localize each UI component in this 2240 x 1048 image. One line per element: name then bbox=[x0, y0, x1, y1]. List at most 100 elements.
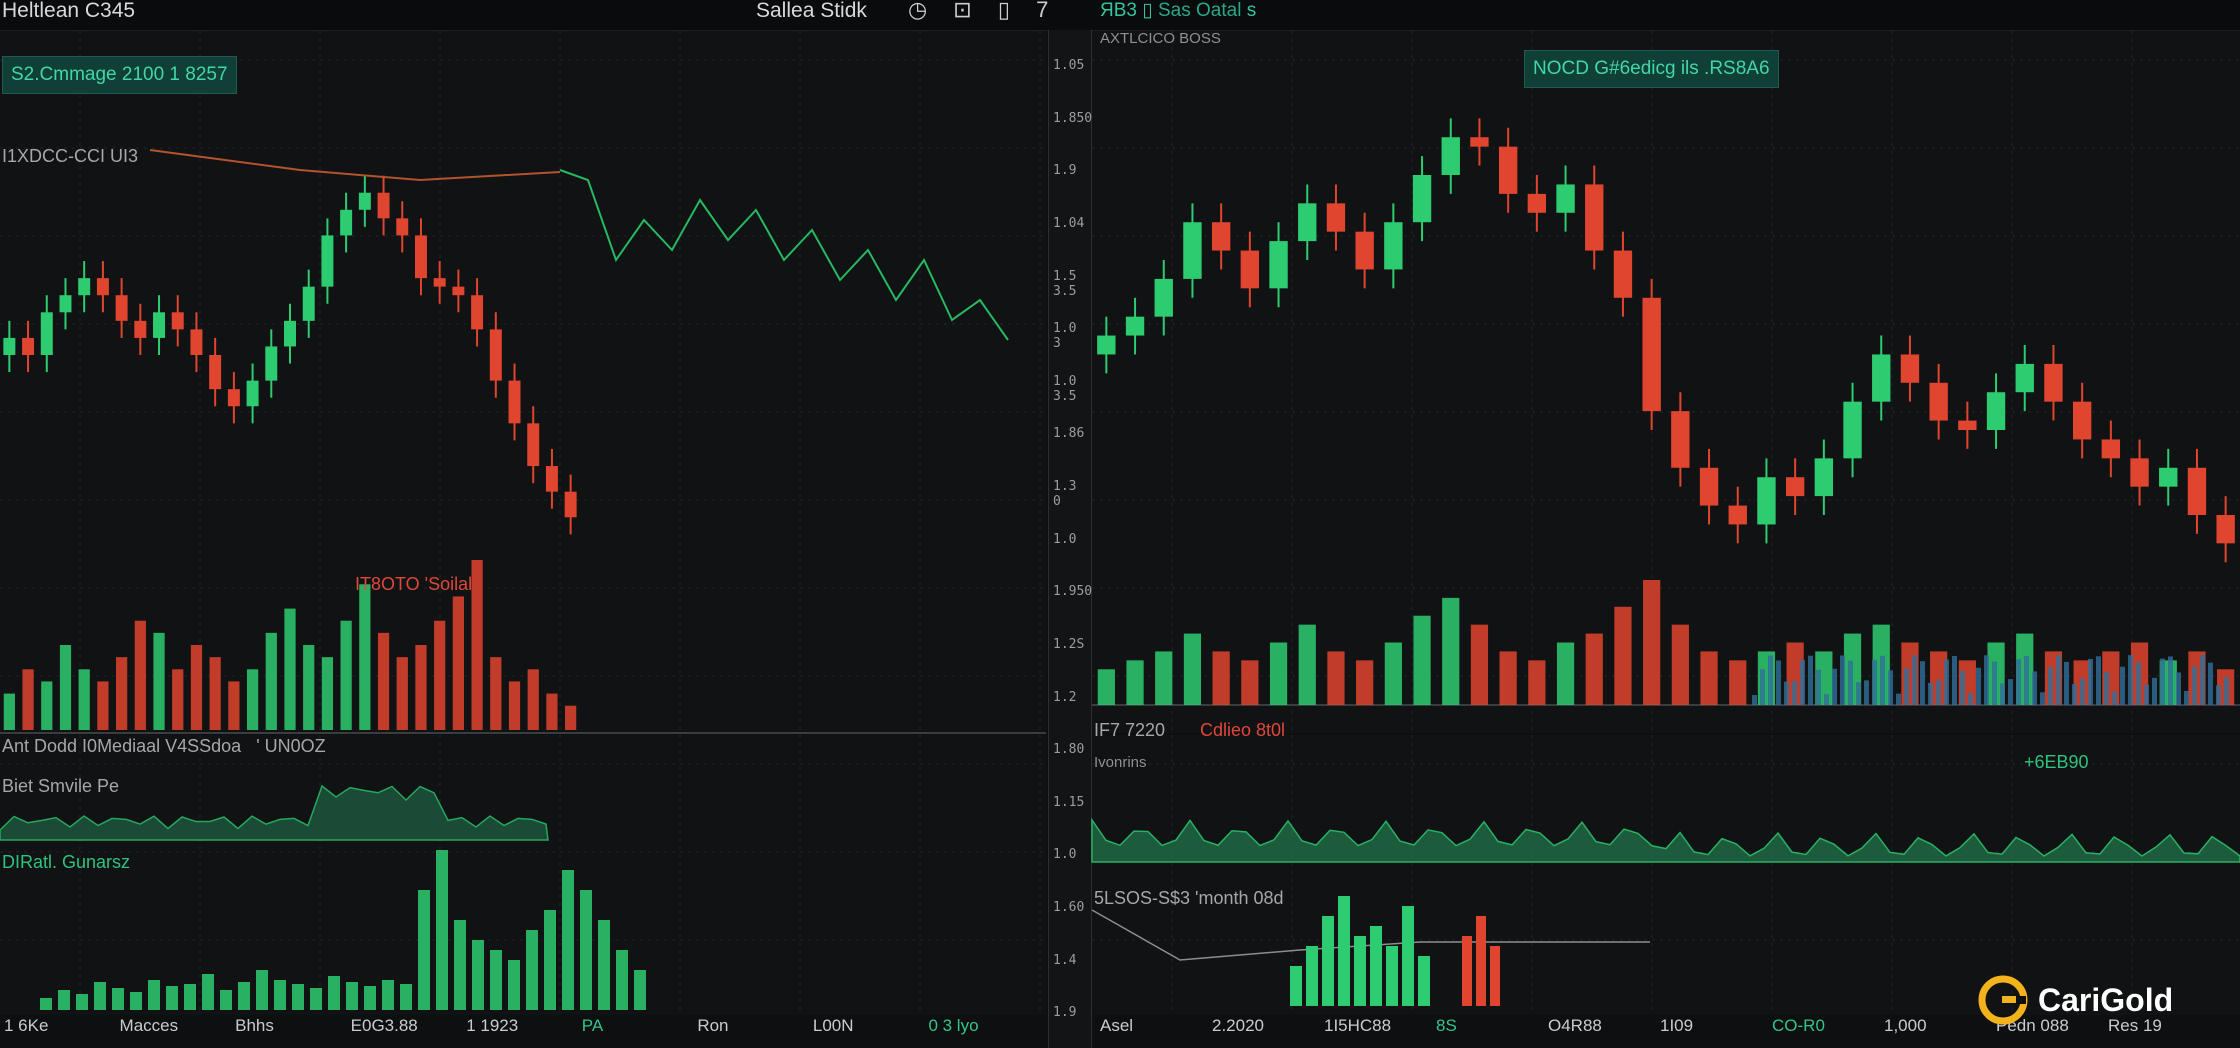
volume-bar bbox=[1470, 624, 1489, 705]
right-sub-bar bbox=[1370, 926, 1382, 1006]
candle-body bbox=[1470, 137, 1489, 147]
time-axis-label: 1,000 bbox=[1884, 1016, 1927, 1035]
candle-body bbox=[96, 278, 109, 296]
right-sub-bar bbox=[1418, 956, 1430, 1006]
candle-body bbox=[1355, 231, 1374, 270]
right-blue-volume-bar bbox=[2096, 656, 2101, 705]
volume-bar bbox=[1643, 580, 1661, 705]
right-blue-volume-bar bbox=[1752, 695, 1757, 705]
volume-bar bbox=[1327, 651, 1345, 705]
candle-body bbox=[1929, 382, 1948, 421]
volume-bar bbox=[1556, 642, 1575, 705]
right-blue-volume-bar bbox=[1904, 668, 1909, 705]
candle-body bbox=[564, 491, 577, 518]
candle-body bbox=[1384, 222, 1403, 270]
candle-body bbox=[1240, 250, 1260, 289]
candle-body bbox=[1900, 354, 1920, 383]
right-sub-bar-red bbox=[1490, 946, 1500, 1006]
candle-body bbox=[1498, 146, 1518, 194]
candle-body bbox=[265, 346, 278, 381]
time-axis-label: Ron bbox=[697, 1016, 729, 1035]
volume-bar bbox=[284, 608, 296, 730]
candle-body bbox=[1412, 175, 1432, 223]
time-axis-label: 0 3 lyo bbox=[928, 1016, 979, 1035]
right-sub-bar bbox=[1306, 946, 1318, 1006]
carigold-logo-icon bbox=[1978, 975, 2028, 1025]
left-indicator-bar bbox=[148, 980, 160, 1010]
time-axis-label: 1I5HC88 bbox=[1324, 1016, 1392, 1035]
time-axis-label: 2.2020 bbox=[1212, 1016, 1264, 1035]
volume-bar bbox=[359, 584, 371, 730]
left-indicator-bar bbox=[256, 970, 268, 1010]
right-blue-volume-bar bbox=[1960, 670, 1965, 705]
candle-body bbox=[321, 235, 334, 287]
left-indicator-bar bbox=[346, 982, 358, 1010]
left-sub-label-1: Ant Dodd I0Mediaal V4SSdoa ' UN0OZ bbox=[2, 736, 326, 757]
left-indicator-bar bbox=[580, 890, 592, 1010]
volume-bar bbox=[22, 669, 34, 730]
candle-body bbox=[78, 278, 91, 296]
right-blue-volume-bar bbox=[2136, 662, 2141, 705]
right-sub-bar bbox=[1338, 896, 1350, 1006]
volume-bar bbox=[1729, 660, 1747, 705]
right-price-badge: NOCD G#6edicg ils .RS8A6 bbox=[1524, 50, 1779, 88]
volume-bar bbox=[303, 645, 315, 730]
candle-body bbox=[545, 466, 558, 492]
right-indicator-area bbox=[1091, 817, 2240, 863]
right-blue-volume-bar bbox=[2088, 658, 2093, 705]
candle-body bbox=[1527, 193, 1547, 213]
right-blue-volume-bar bbox=[1800, 660, 1805, 705]
candle-body bbox=[489, 329, 502, 381]
candle-body bbox=[227, 389, 240, 407]
candle-body bbox=[1843, 401, 1862, 459]
left-indicator-bar bbox=[166, 986, 178, 1010]
time-axis-label: 1 6Ke bbox=[4, 1016, 49, 1035]
right-blue-volume-bar bbox=[2080, 678, 2085, 705]
left-indicator-bar bbox=[112, 988, 124, 1010]
left-indicator-bar bbox=[220, 990, 232, 1010]
left-indicator-bar bbox=[274, 980, 286, 1010]
left-indicator-bar bbox=[202, 974, 214, 1010]
right-blue-volume-bar bbox=[1968, 692, 1973, 705]
right-blue-volume-bar bbox=[2152, 677, 2157, 705]
left-sub-label-1-text: Ant Dodd I0Mediaal V4SSdoa bbox=[2, 736, 242, 756]
volume-bar bbox=[1671, 624, 1689, 705]
candle-body bbox=[22, 337, 35, 355]
left-indicator-bar bbox=[544, 910, 556, 1010]
right-blue-volume-bar bbox=[2040, 692, 2045, 705]
volume-bar bbox=[172, 669, 184, 730]
right-blue-volume-bar bbox=[2200, 655, 2205, 705]
left-indicator-bar bbox=[454, 920, 466, 1010]
candle-body bbox=[527, 423, 540, 467]
right-blue-volume-bar bbox=[2216, 685, 2221, 705]
volume-bar bbox=[546, 693, 558, 730]
volume-bar bbox=[116, 657, 128, 730]
left-indicator-bar bbox=[598, 920, 610, 1010]
carigold-logo: CariGold bbox=[1978, 974, 2173, 1026]
candle-body bbox=[1958, 420, 1977, 430]
volume-bar bbox=[134, 620, 146, 730]
right-blue-volume-bar bbox=[2128, 655, 2133, 705]
volume-bar bbox=[41, 681, 53, 730]
left-indicator-bar bbox=[400, 984, 412, 1010]
volume-bar bbox=[434, 620, 446, 730]
time-axis-label: O4R88 bbox=[1548, 1016, 1602, 1035]
right-sub-bar bbox=[1386, 946, 1398, 1006]
left-indicator-bar bbox=[40, 998, 52, 1010]
candle-body bbox=[1556, 184, 1575, 213]
volume-bar bbox=[565, 705, 577, 730]
right-blue-volume-bar bbox=[1912, 655, 1917, 705]
left-indicator-bar bbox=[238, 982, 250, 1010]
candle-body bbox=[2130, 458, 2149, 487]
candle-body bbox=[1125, 316, 1145, 336]
right-blue-volume-bar bbox=[1824, 694, 1829, 705]
candle-body bbox=[1298, 203, 1317, 242]
right-blue-volume-bar bbox=[1848, 660, 1853, 705]
right-blue-volume-bar bbox=[1864, 680, 1869, 705]
volume-bar bbox=[1212, 651, 1230, 705]
candle-body bbox=[284, 320, 296, 347]
right-blue-volume-bar bbox=[1832, 668, 1837, 705]
candle-body bbox=[452, 286, 465, 296]
right-blue-volume-bar bbox=[2048, 667, 2053, 705]
right-blue-volume-bar bbox=[2120, 666, 2125, 705]
